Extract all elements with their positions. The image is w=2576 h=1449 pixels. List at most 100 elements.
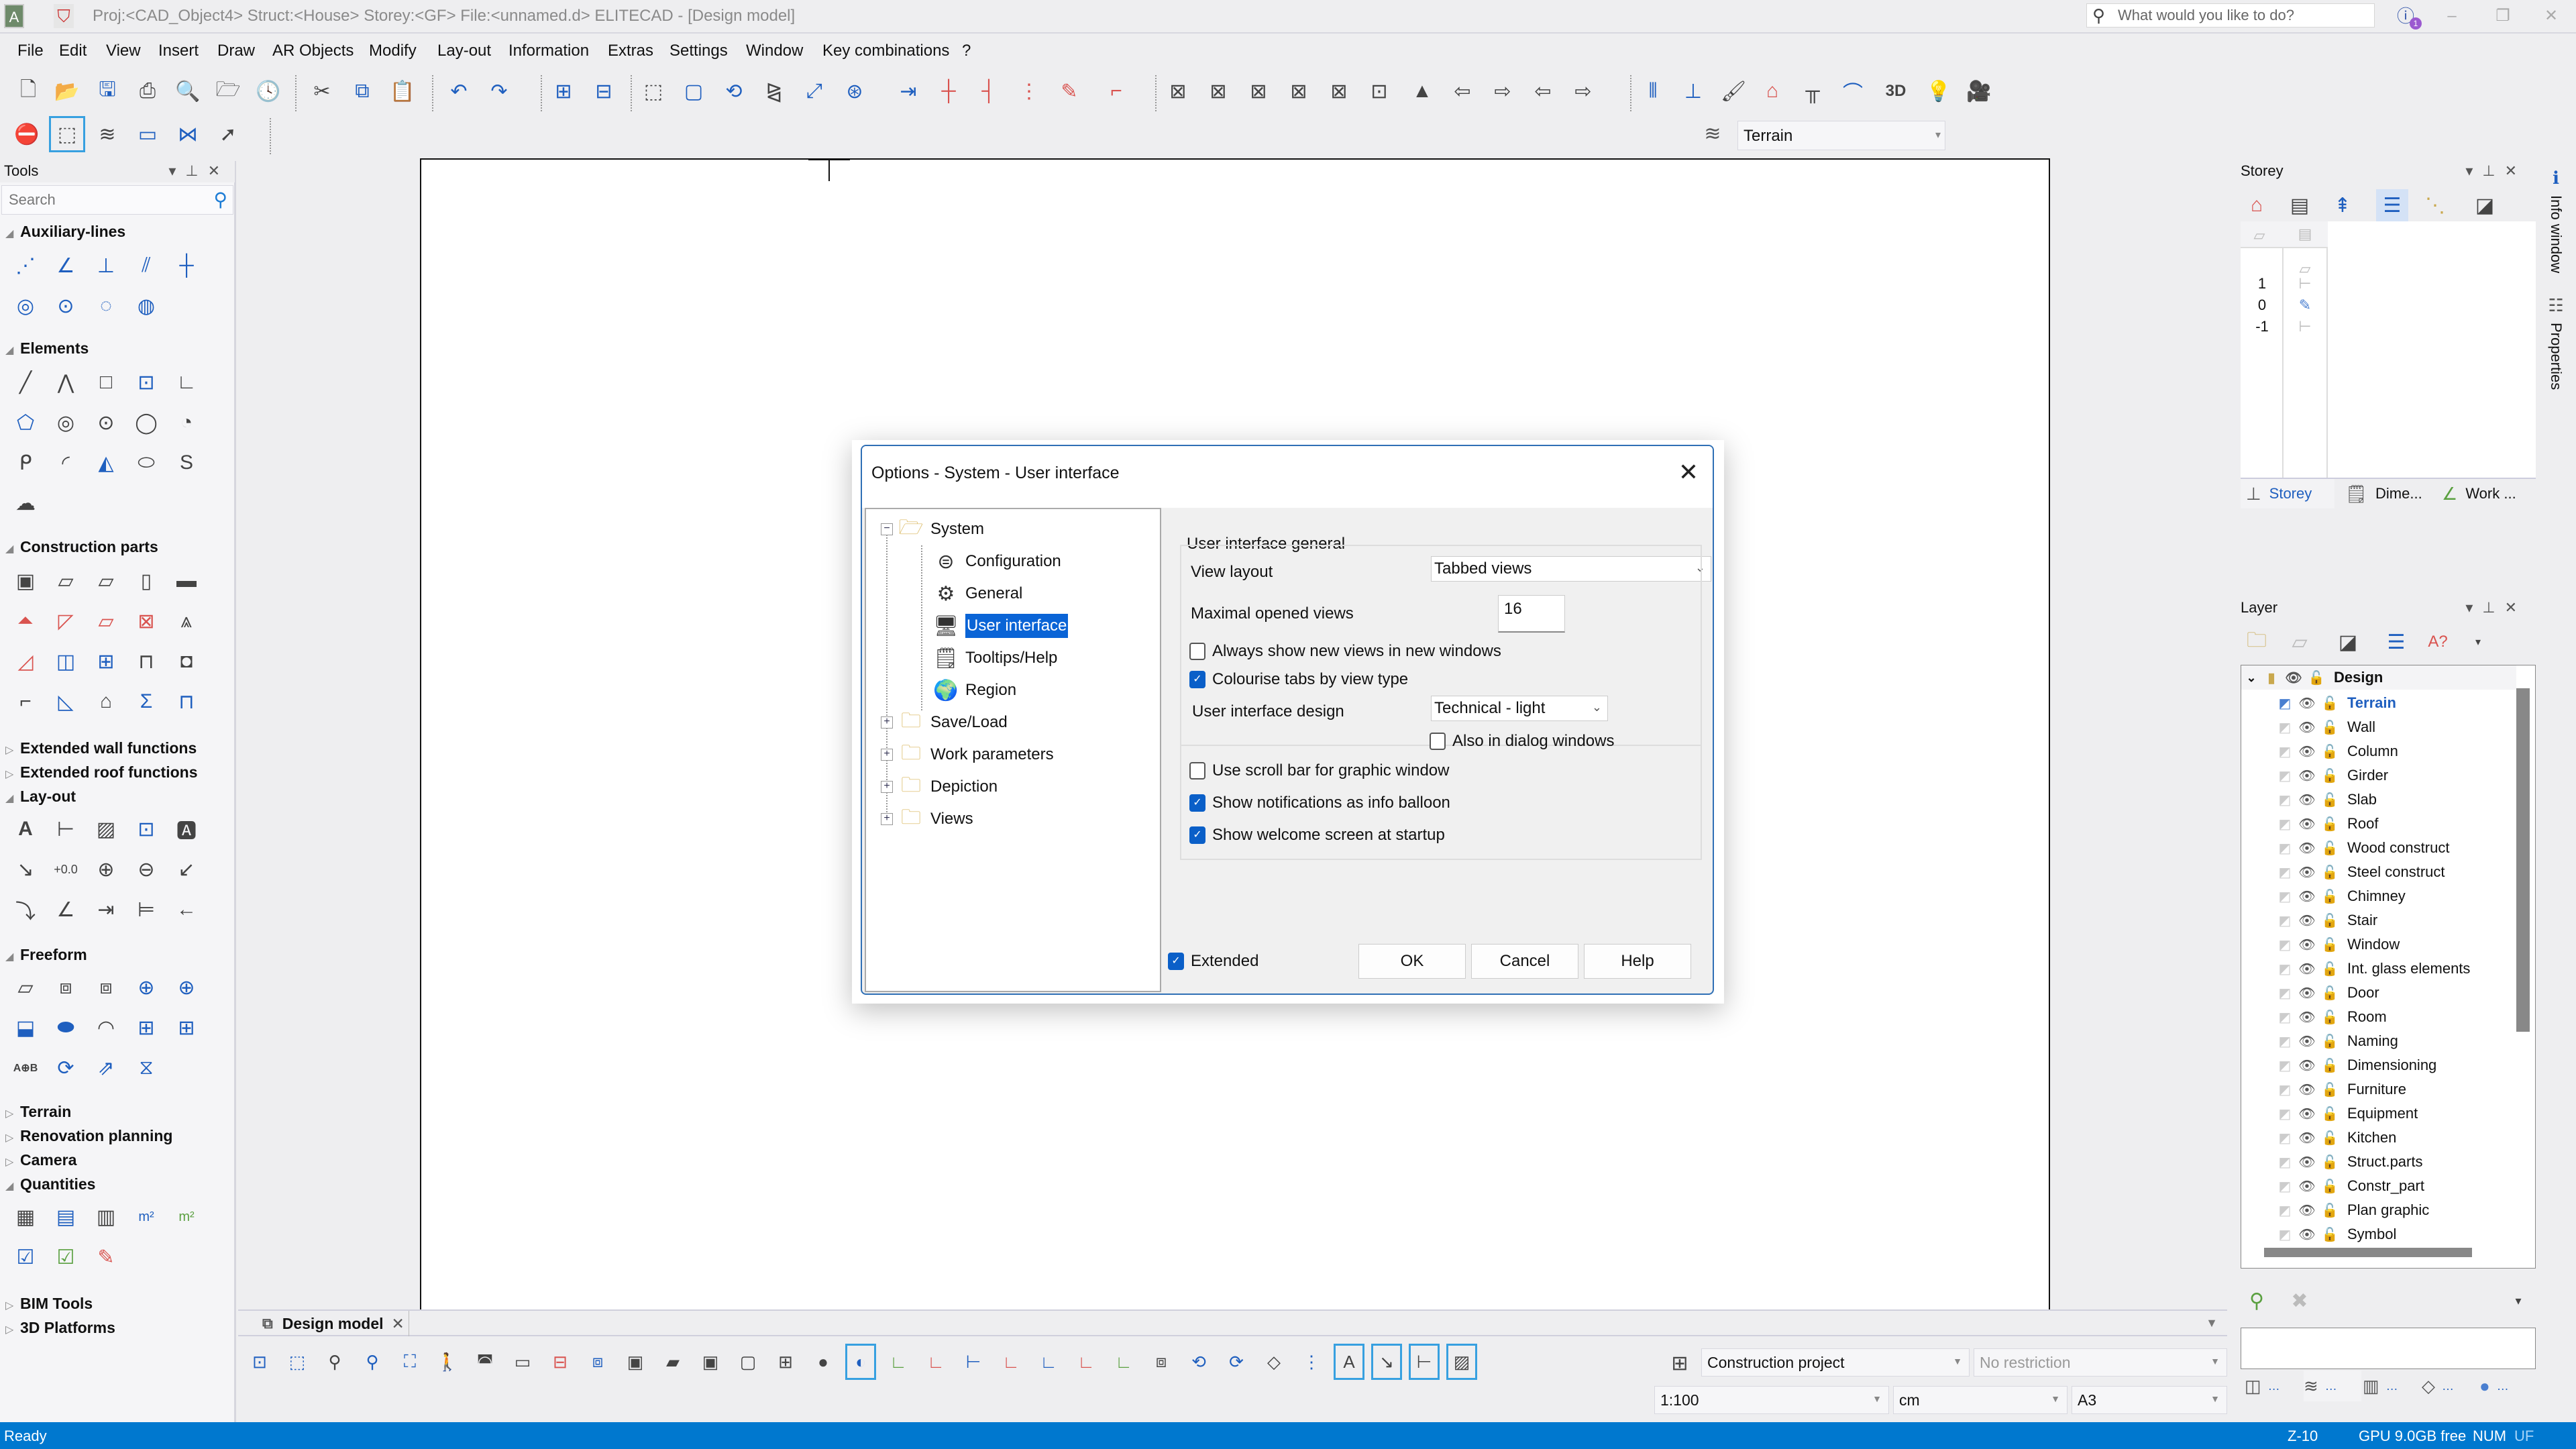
open-icon[interactable]: 📂 <box>51 75 83 107</box>
layer-row[interactable]: ◩ 👁 🔓 Constr_part <box>2241 1174 2516 1198</box>
aux-line-angle-icon[interactable]: ∠ <box>50 250 82 282</box>
arrow-icon[interactable]: ← <box>170 894 203 926</box>
camera-icon[interactable]: 🎥 <box>1963 75 1995 107</box>
show-leader-icon[interactable]: ↘ <box>1371 1344 1402 1380</box>
room-check-2-icon[interactable]: ☑ <box>50 1241 82 1273</box>
eye-icon[interactable]: 👁 <box>2295 1178 2319 1195</box>
storey-icon[interactable]: ⊢ <box>2293 275 2317 292</box>
slab-icon[interactable]: ▱ <box>50 565 82 597</box>
collapse-system-button[interactable]: − <box>881 523 893 535</box>
layer-pen-icon[interactable]: ◩ <box>2275 936 2295 953</box>
room-line-icon[interactable]: ⊓ <box>170 686 203 718</box>
move-icon[interactable]: ⇥ <box>892 75 924 107</box>
arc-icon[interactable]: ⌒ <box>1837 75 1869 107</box>
next-view-icon[interactable]: ⇨ <box>1487 75 1519 107</box>
roof-truss-icon[interactable]: ⩓ <box>170 605 203 637</box>
eye-icon[interactable]: 👁 <box>2282 669 2306 686</box>
extrude-icon[interactable]: ⧈ <box>50 971 82 1004</box>
notifications-button[interactable]: ⓘ 1 <box>2392 3 2422 30</box>
aux-circle-center-icon[interactable]: ⊙ <box>50 290 82 322</box>
move-3d-icon[interactable]: ⇗ <box>90 1052 122 1084</box>
circle-tangent-icon[interactable]: ◔ <box>170 407 203 439</box>
eye-icon[interactable]: 👁 <box>2295 888 2319 905</box>
leader-icon[interactable]: ↘ <box>9 853 42 885</box>
panel-menu-icon[interactable]: ▾ <box>2465 162 2482 179</box>
rectangle-icon[interactable]: □ <box>90 366 122 398</box>
unlock-icon[interactable]: 🔓 <box>2319 695 2341 712</box>
eye-icon[interactable]: 👁 <box>2295 1081 2319 1098</box>
eye-icon[interactable]: 👁 <box>2295 1057 2319 1074</box>
grid-icon[interactable]: ⋮ <box>1298 1346 1325 1378</box>
view-shaded-icon[interactable]: ⊠ <box>1242 75 1275 107</box>
eye-icon[interactable]: 👁 <box>2295 719 2319 736</box>
save-icon[interactable]: 🖫 <box>91 75 123 107</box>
active-storey-edit-icon[interactable]: ✎ <box>2293 297 2317 314</box>
zoom-all-icon[interactable]: ⛶ <box>396 1346 423 1378</box>
unlock-icon[interactable]: 🔓 <box>2319 743 2341 760</box>
remove-filter-icon[interactable]: ✖ <box>2284 1285 2316 1317</box>
zoom-extent-icon[interactable]: ⚲ <box>359 1346 386 1378</box>
panel-menu-icon[interactable]: ▾ <box>168 162 185 179</box>
layer-row[interactable]: ◩ 👁 🔓 Naming <box>2241 1029 2516 1053</box>
layer-row[interactable]: ◩ 👁 🔓 Terrain <box>2241 691 2516 715</box>
roof-rotate-icon[interactable]: ⌂ <box>1756 75 1788 107</box>
chevron-down-icon[interactable]: ⌄ <box>2241 671 2261 685</box>
max-views-input[interactable]: 16 <box>1498 595 1565 633</box>
unlock-icon[interactable]: 🔓 <box>2319 1106 2341 1122</box>
menu-modify[interactable]: Modify <box>369 42 417 60</box>
axis-z-icon[interactable]: ⊢ <box>960 1346 987 1378</box>
view-shaded-2-icon[interactable]: ⊠ <box>1283 75 1315 107</box>
ellipse-icon[interactable]: ⬭ <box>130 447 162 479</box>
node-edit-icon[interactable]: ⋈ <box>172 118 204 150</box>
zoom-pan-icon[interactable]: ⚲ <box>321 1346 348 1378</box>
active-layer-pen-icon[interactable]: ◩ <box>2275 695 2295 712</box>
zoom-in-icon[interactable]: ⊞ <box>547 75 580 107</box>
roof-opening-icon[interactable]: ▱ <box>90 605 122 637</box>
unlock-icon[interactable]: 🔓 <box>2319 912 2341 929</box>
layer-pen-icon[interactable]: ◩ <box>2275 767 2295 784</box>
layer-horizontal-scrollbar[interactable] <box>2264 1248 2472 1257</box>
line-icon[interactable]: ╱ <box>9 366 42 398</box>
minimize-button[interactable]: – <box>2435 4 2469 28</box>
structure-icon[interactable]: ⌂ <box>2241 189 2273 221</box>
angle-dimension-icon[interactable]: ∠ <box>50 894 82 926</box>
stretch-icon[interactable]: ⤢ <box>798 75 830 107</box>
menu-ar-objects[interactable]: AR Objects <box>272 42 354 60</box>
menu-help[interactable]: ? <box>962 42 971 60</box>
zoom-window-icon[interactable]: ⊡ <box>246 1346 273 1378</box>
erase-icon[interactable]: ✎ <box>1053 75 1085 107</box>
column-icon[interactable]: ▯ <box>130 565 162 597</box>
section-construction-parts[interactable]: ◢ Construction parts <box>5 538 158 556</box>
dialog-close-button[interactable]: ✕ <box>1674 458 1703 486</box>
stair-railing-icon[interactable]: ◺ <box>50 686 82 718</box>
axis-x-icon[interactable]: ∟ <box>885 1346 912 1378</box>
axis-xy-icon[interactable]: ∟ <box>998 1346 1024 1378</box>
divide-icon[interactable]: ⋮ <box>1013 75 1045 107</box>
unlock-icon[interactable]: 🔓 <box>2306 669 2327 686</box>
polygon-icon[interactable]: ⬠ <box>9 407 42 439</box>
axis-y-icon[interactable]: ∟ <box>922 1346 949 1378</box>
report-icon[interactable]: ▥ <box>90 1201 122 1233</box>
tools-search-input[interactable]: Search ⚲ <box>1 185 233 215</box>
cancel-icon[interactable]: ⛔ <box>11 118 43 150</box>
axis-yz-icon[interactable]: ∟ <box>1035 1346 1062 1378</box>
storey-elevate-icon[interactable]: ⇞ <box>2326 189 2359 221</box>
eye-icon[interactable]: 👁 <box>2295 961 2319 977</box>
properties-tab[interactable]: ☷ Properties <box>2538 295 2573 390</box>
room-area-2-icon[interactable]: m² <box>170 1201 203 1233</box>
text-icon[interactable]: A <box>9 813 42 845</box>
unlock-icon[interactable]: 🔓 <box>2319 1081 2341 1098</box>
render-box-icon[interactable]: ▣ <box>697 1346 724 1378</box>
room-sum-icon[interactable]: Σ <box>130 686 162 718</box>
new-layer-group-icon[interactable]: 🗀 <box>2241 626 2273 658</box>
view-shaded-3-icon[interactable]: ⊠ <box>1323 75 1355 107</box>
tree-item-save-load[interactable]: 🗀 Save/Load <box>896 708 1008 737</box>
stair-icon[interactable]: ⌐ <box>9 686 42 718</box>
view-wireframe-icon[interactable]: ⊠ <box>1162 75 1194 107</box>
menu-key-combinations[interactable]: Key combinations <box>822 42 949 60</box>
open-recent-icon[interactable]: 🗁 <box>212 75 244 107</box>
ok-button[interactable]: OK <box>1358 944 1466 979</box>
light-icon[interactable]: 💡 <box>1923 75 1955 107</box>
pin-icon[interactable]: ⊥ <box>185 162 207 179</box>
window-icon[interactable]: ◫ <box>50 645 82 678</box>
